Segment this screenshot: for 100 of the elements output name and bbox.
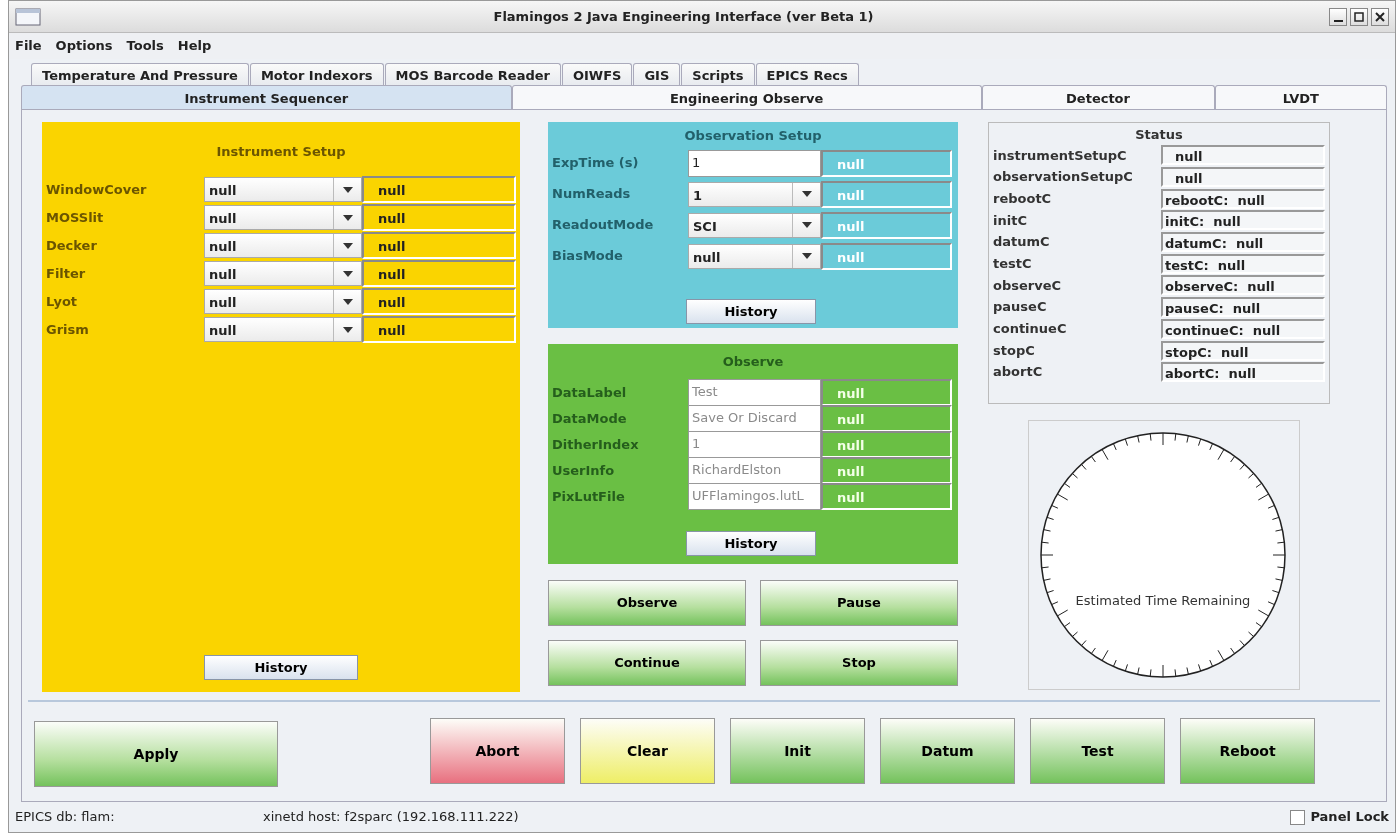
minimize-icon xyxy=(1333,19,1343,22)
sequence-button[interactable]: Continue xyxy=(548,640,746,686)
readback-field: null xyxy=(362,260,516,287)
status-value: datumC: null xyxy=(1161,232,1325,253)
readback-field: null xyxy=(821,149,952,177)
caret-icon xyxy=(341,297,354,306)
dropdown[interactable]: null xyxy=(204,289,362,314)
status-text: EPICS db: flam: xyxy=(15,808,116,827)
window-title: Flamingos 2 Java Engineering Interface (ver Beta 1) xyxy=(492,7,875,26)
dropdown[interactable]: 1 xyxy=(688,181,821,207)
field-label: PixLutFile xyxy=(552,487,626,506)
status-label: stopC xyxy=(993,341,1036,360)
action-button[interactable]: Abort xyxy=(430,718,565,784)
tab[interactable]: MOS Barcode Reader xyxy=(384,63,561,85)
field-label: WindowCover xyxy=(46,180,148,199)
field-label: DataMode xyxy=(552,409,628,428)
status-label: initC xyxy=(993,211,1028,230)
status-value: pauseC: null xyxy=(1161,297,1325,318)
status-label: continueC xyxy=(993,320,1068,339)
dropdown[interactable]: null xyxy=(688,243,821,269)
status-value: initC: null xyxy=(1161,210,1325,231)
close-button[interactable] xyxy=(1371,7,1389,26)
action-button[interactable]: Reboot xyxy=(1180,718,1315,784)
status-value: continueC: null xyxy=(1161,318,1325,339)
window-icon xyxy=(15,7,41,26)
status-value: stopC: null xyxy=(1161,340,1325,361)
field-label: DataLabel xyxy=(552,383,628,402)
field-label: BiasMode xyxy=(552,247,624,266)
field-label: Decker xyxy=(46,236,98,255)
apply-button[interactable]: Apply xyxy=(34,721,278,787)
dropdown[interactable]: null xyxy=(204,233,362,258)
status-label: instrumentSetupC xyxy=(993,146,1128,165)
tab[interactable]: GIS xyxy=(633,63,681,85)
tab[interactable]: Engineering Observe xyxy=(511,85,982,109)
field-label: MOSSlit xyxy=(46,208,105,227)
menu-item[interactable]: Tools xyxy=(126,36,164,56)
menu-item[interactable]: Help xyxy=(177,36,212,56)
field-label: Grism xyxy=(46,320,90,339)
sequence-button[interactable]: Pause xyxy=(760,580,958,626)
status-label: abortC xyxy=(993,363,1044,382)
sequence-button[interactable]: Stop xyxy=(760,640,958,686)
dropdown[interactable]: null xyxy=(204,317,362,342)
tab[interactable]: LVDT xyxy=(1214,85,1387,109)
field-label: DitherIndex xyxy=(552,435,640,454)
tab[interactable]: Scripts xyxy=(681,63,755,85)
caret-icon xyxy=(800,221,813,229)
tab[interactable]: Instrument Sequencer xyxy=(21,85,512,109)
history-button[interactable]: History xyxy=(686,530,816,556)
maximize-icon xyxy=(1352,9,1366,24)
readback-field: null xyxy=(821,242,952,270)
tab[interactable]: Detector xyxy=(981,85,1215,109)
history-button[interactable]: History xyxy=(204,654,358,680)
readback-field: null xyxy=(821,180,952,208)
action-button[interactable]: Datum xyxy=(880,718,1015,784)
status-label: observeC xyxy=(993,276,1063,295)
caret-icon xyxy=(800,252,813,260)
action-button[interactable]: Clear xyxy=(580,718,715,784)
readback-field: null xyxy=(821,457,952,484)
dropdown[interactable]: null xyxy=(204,177,362,202)
tab[interactable]: Motor Indexors xyxy=(249,63,384,85)
status-label: datumC xyxy=(993,233,1051,252)
history-button[interactable]: History xyxy=(686,298,816,324)
menu-item[interactable]: Options xyxy=(55,36,113,56)
input-field[interactable]: 1 xyxy=(688,149,821,177)
maximize-button[interactable] xyxy=(1350,7,1368,26)
status-value: observeC: null xyxy=(1161,275,1325,296)
checkbox-label[interactable]: Panel Lock xyxy=(1310,807,1389,827)
panel-title: Status xyxy=(1134,126,1184,144)
readback-field: null xyxy=(362,288,516,315)
readback-field: null xyxy=(362,176,516,203)
caret-icon xyxy=(341,241,354,250)
menu-item[interactable]: File xyxy=(15,36,42,56)
tab[interactable]: EPICS Recs xyxy=(755,63,859,85)
readback-field: null xyxy=(821,483,952,510)
readback-field: null xyxy=(821,405,952,432)
close-icon xyxy=(1373,9,1387,24)
minimize-button[interactable] xyxy=(1329,7,1347,26)
status-text: xinetd host: f2sparc (192.168.111.222) xyxy=(263,808,519,827)
action-button[interactable]: Test xyxy=(1030,718,1165,784)
caret-icon xyxy=(341,269,354,278)
readback-field: null xyxy=(821,211,952,239)
dropdown[interactable]: null xyxy=(204,261,362,286)
readback-field: null xyxy=(362,232,516,259)
action-button[interactable]: Init xyxy=(730,718,865,784)
caret-icon xyxy=(341,213,354,222)
field-label: Filter xyxy=(46,264,87,283)
caret-icon xyxy=(800,190,813,198)
tab[interactable]: Temperature And Pressure xyxy=(31,63,249,85)
sequence-button[interactable]: Observe xyxy=(548,580,746,626)
dropdown[interactable]: null xyxy=(204,205,362,230)
tab[interactable]: OIWFS xyxy=(561,63,633,85)
status-label: rebootC xyxy=(993,189,1053,208)
status-label: pauseC xyxy=(993,298,1048,317)
dropdown[interactable]: SCI xyxy=(688,212,821,238)
status-label: testC xyxy=(993,255,1033,274)
checkbox[interactable] xyxy=(1290,809,1306,825)
panel-title: Observation Setup xyxy=(683,127,823,145)
field-label: Lyot xyxy=(46,292,79,311)
field-label: ExpTime (s) xyxy=(552,154,640,173)
status-value: null xyxy=(1161,167,1325,188)
